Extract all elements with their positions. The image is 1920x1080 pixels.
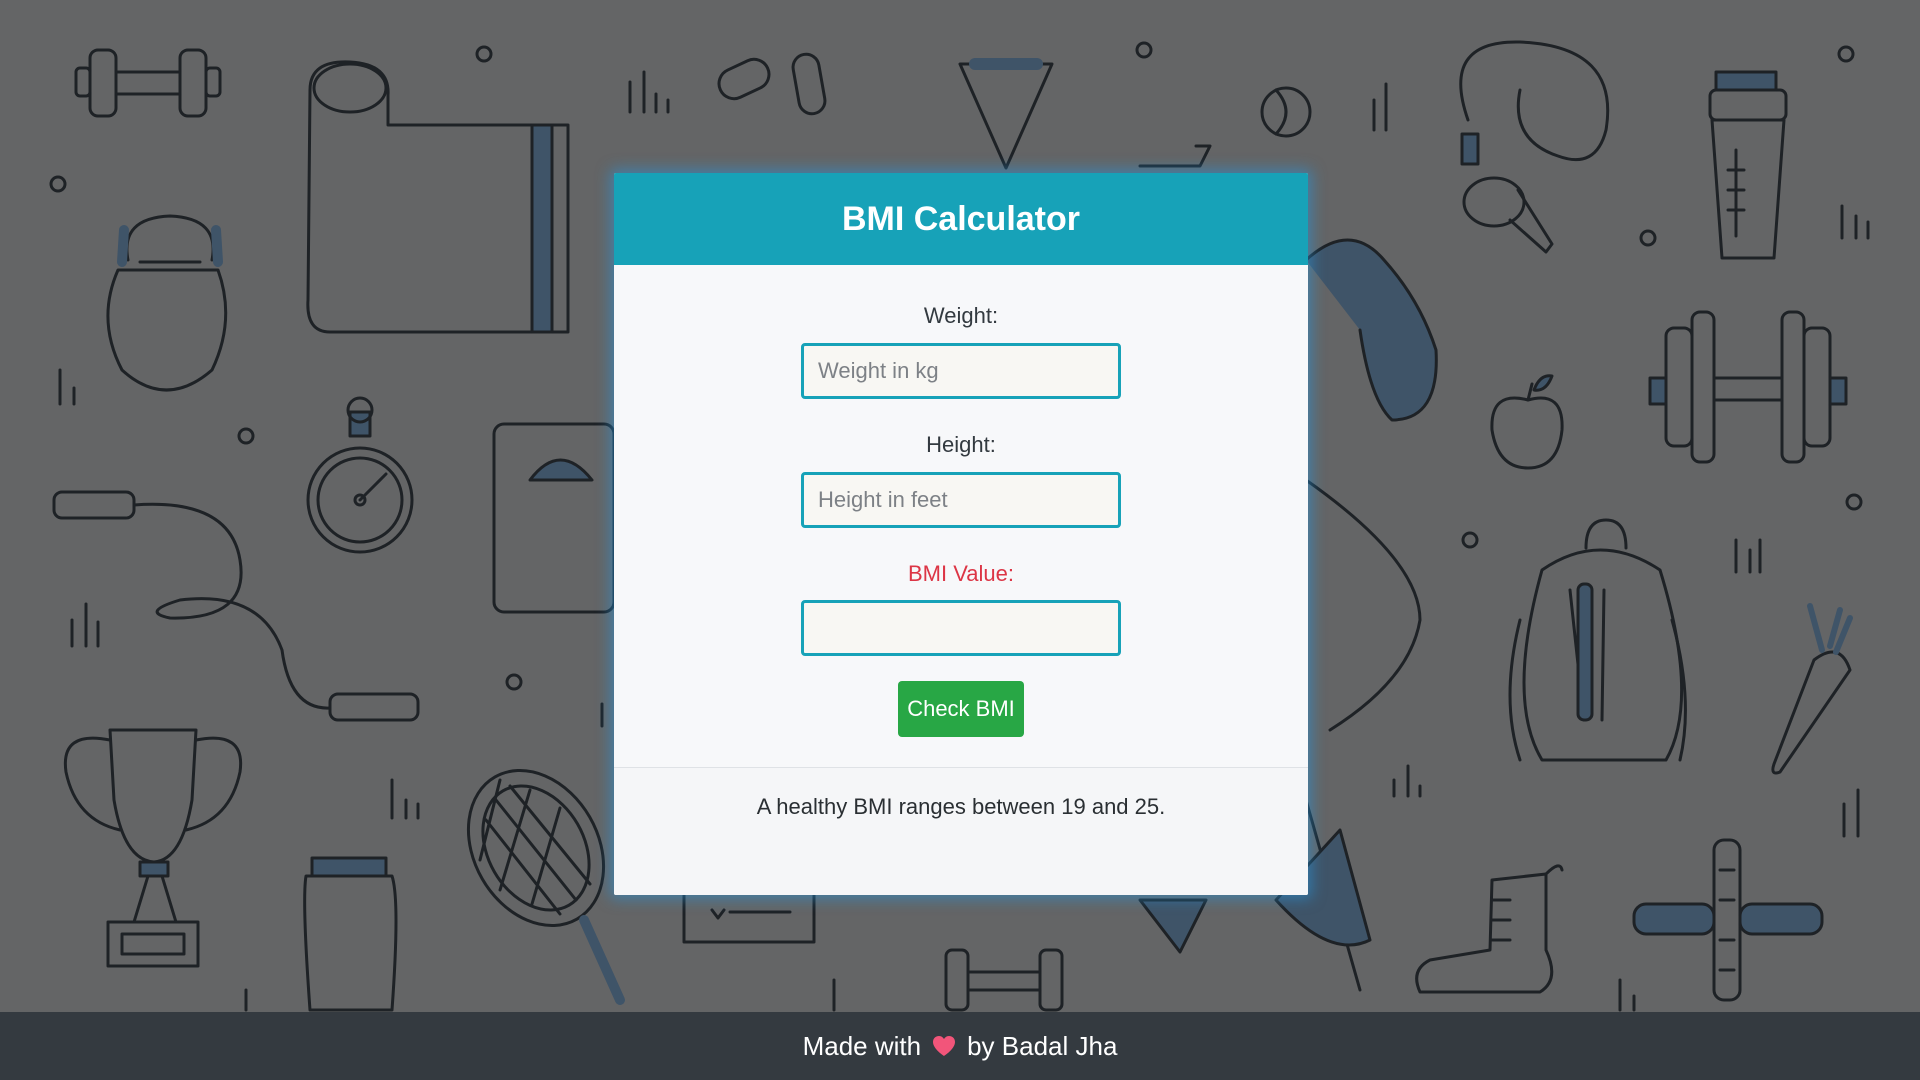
kettlebell-doodle <box>106 214 228 392</box>
pills-doodle <box>717 52 827 116</box>
weight-label: Weight: <box>923 303 999 328</box>
trophy-doodle <box>63 728 243 968</box>
medal-doodle <box>958 58 1054 170</box>
carrot-doodle <box>1771 603 1853 775</box>
ab-roller-doodle <box>1632 838 1824 1002</box>
card-footer: A healthy BMI ranges between 19 and 25. <box>614 767 1308 895</box>
page-footer: Made with by Badal Jha <box>0 1012 1920 1080</box>
check-bmi-button[interactable]: Check BMI <box>898 681 1024 737</box>
height-label: Height: <box>926 432 996 457</box>
dumbbell-doodle <box>944 948 1064 1012</box>
dumbbell-doodle <box>74 48 222 118</box>
scale-doodle <box>492 422 616 614</box>
roller-skate-doodle <box>1415 864 1564 994</box>
dumbbell-doodle <box>1648 310 1848 464</box>
footer-author-text: by Badal Jha <box>967 1030 1118 1061</box>
yoga-mat-doodle <box>306 60 570 334</box>
stopwatch-doodle <box>306 396 414 554</box>
whistle-doodle <box>1459 40 1610 254</box>
weight-input[interactable] <box>801 343 1121 399</box>
height-input[interactable] <box>801 472 1121 528</box>
jar-doodle <box>303 856 398 1012</box>
card-title: BMI Calculator <box>841 199 1081 238</box>
racket-doodle <box>466 769 625 1005</box>
heart-icon <box>931 1034 957 1058</box>
bmi-calculator-card: BMI Calculator Weight: Height: BMI Value… <box>614 173 1308 895</box>
apple-doodle <box>1490 374 1564 470</box>
shaker-doodle <box>1708 70 1788 260</box>
bmi-value-output[interactable] <box>801 600 1121 656</box>
backpack-doodle <box>1508 518 1687 762</box>
healthy-bmi-note: A healthy BMI ranges between 19 and 25. <box>756 794 1166 819</box>
card-header: BMI Calculator <box>614 173 1308 265</box>
jump-rope-doodle <box>52 490 420 722</box>
footer-made-with-text: Made with <box>802 1030 922 1061</box>
card-body: Weight: Height: BMI Value: Check BMI <box>614 265 1308 765</box>
bmi-value-label: BMI Value: <box>908 561 1014 586</box>
